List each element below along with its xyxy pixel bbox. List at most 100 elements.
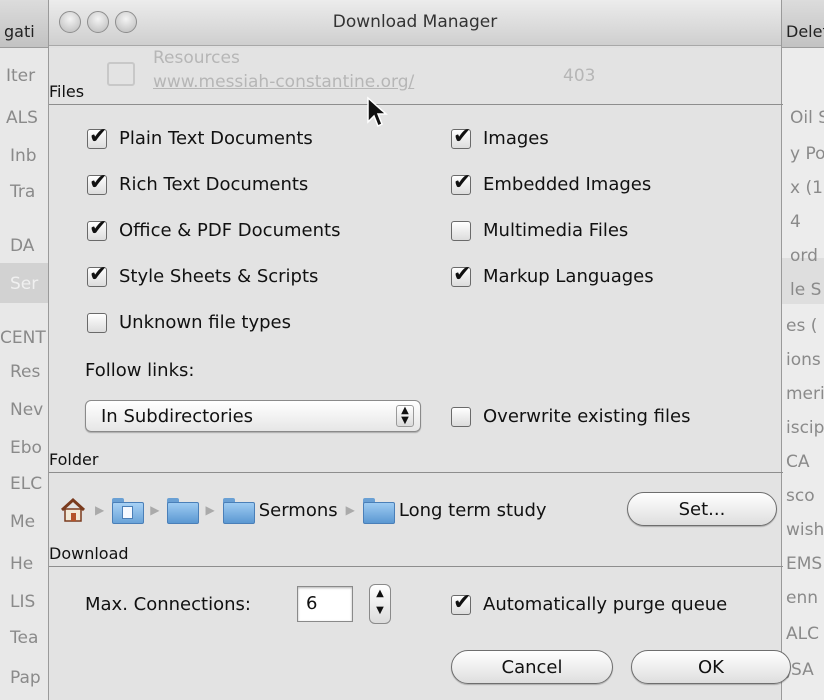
path-segment-long-term-study[interactable]: Long term study [399, 500, 547, 521]
checkbox-box[interactable] [87, 312, 107, 333]
max-connections-label: Max. Connections: [85, 594, 251, 615]
background-item: Me [10, 512, 36, 532]
checkbox-box[interactable] [451, 170, 471, 195]
checkbox-label: Automatically purge queue [483, 594, 728, 615]
background-item: DA [10, 236, 35, 256]
max-connections-field[interactable]: 6 [297, 586, 353, 622]
background-item-right: iscip [786, 418, 824, 438]
background-item-right: meri [786, 384, 824, 404]
background-item-right: y Po [790, 144, 824, 164]
office-pdf-documents-checkbox[interactable]: Office & PDF Documents [87, 216, 341, 241]
path-separator-icon: ▶ [345, 503, 355, 517]
files-divider [49, 104, 783, 105]
checkbox-label: Rich Text Documents [119, 174, 309, 195]
background-item: Tra [10, 182, 36, 202]
max-connections-stepper[interactable]: ▲ ▼ [369, 584, 391, 624]
path-segment-sermons[interactable]: Sermons [259, 500, 338, 521]
background-title-right: Delet [786, 22, 824, 41]
background-item-right: enn [786, 588, 819, 608]
download-manager-window: Download Manager Resources www.messiah-c… [48, 0, 791, 700]
background-item: Tea [10, 628, 39, 648]
background-item: Ebo [10, 438, 42, 458]
follow-links-value: In Subdirectories [101, 406, 254, 427]
background-item: ELC [10, 474, 43, 494]
background-item: Nev [10, 400, 44, 420]
ghost-resource-name: Resources [153, 48, 240, 68]
background-item-right: wish [786, 520, 824, 540]
background-item: Iter [6, 66, 36, 86]
checkbox-box[interactable] [451, 262, 471, 287]
overwrite-existing-files-checkbox[interactable]: Overwrite existing files [451, 406, 690, 427]
checkbox-box[interactable] [87, 262, 107, 287]
documents-folder-icon[interactable] [112, 498, 145, 524]
home-icon[interactable] [59, 496, 87, 524]
background-item: He [10, 554, 34, 574]
background-item: LIS [10, 592, 36, 612]
folder-path-control[interactable]: ▶ ▶ ▶ Sermons ▶ Long term study [59, 490, 547, 530]
background-item: CENT [0, 328, 46, 348]
multimedia-files-checkbox[interactable]: Multimedia Files [451, 220, 628, 241]
checkbox-label: Markup Languages [483, 266, 654, 287]
folder-section-label: Folder [49, 450, 99, 469]
markup-languages-checkbox[interactable]: Markup Languages [451, 262, 654, 287]
background-item-right: EMS [786, 554, 823, 574]
rich-text-documents-checkbox[interactable]: Rich Text Documents [87, 170, 309, 195]
download-section-label: Download [49, 544, 129, 563]
follow-links-select[interactable]: In Subdirectories ▲ ▼ [85, 400, 421, 432]
checkbox-label: Embedded Images [483, 174, 652, 195]
cancel-button[interactable]: Cancel [451, 650, 613, 684]
background-item-right: CA [786, 452, 810, 472]
background-item-right: ALC [786, 624, 819, 644]
checkbox-box[interactable] [451, 220, 471, 241]
background-item-right: Oil S [790, 108, 824, 128]
checkbox-box[interactable] [451, 406, 471, 427]
images-checkbox[interactable]: Images [451, 124, 549, 149]
checkbox-label: Office & PDF Documents [119, 220, 341, 241]
background-item: Ser [10, 274, 39, 294]
checkbox-box[interactable] [87, 124, 107, 149]
path-separator-icon: ▶ [95, 503, 105, 517]
style-sheets-scripts-checkbox[interactable]: Style Sheets & Scripts [87, 262, 319, 287]
checkbox-label: Unknown file types [119, 312, 292, 333]
background-item-right: sco [786, 486, 815, 506]
automatically-purge-queue-checkbox[interactable]: Automatically purge queue [451, 590, 728, 615]
checkbox-box[interactable] [451, 590, 471, 615]
background-item-right: es ( [786, 316, 818, 336]
embedded-images-checkbox[interactable]: Embedded Images [451, 170, 652, 195]
set-folder-button[interactable]: Set... [627, 492, 777, 526]
background-item-right: le S [790, 280, 822, 300]
folder-icon[interactable] [167, 498, 200, 524]
folder-divider [49, 472, 783, 473]
checkbox-box[interactable] [451, 124, 471, 149]
checkbox-box[interactable] [87, 216, 107, 241]
plain-text-documents-checkbox[interactable]: Plain Text Documents [87, 124, 313, 149]
folder-icon[interactable] [222, 498, 255, 524]
window-titlebar[interactable]: Download Manager [49, 0, 781, 46]
select-arrows-icon: ▲ ▼ [396, 405, 414, 427]
ok-button[interactable]: OK [631, 650, 791, 684]
follow-links-label: Follow links: [85, 360, 195, 381]
background-item-right: 4 [790, 212, 801, 232]
mouse-cursor-icon [367, 96, 388, 128]
checkbox-label: Plain Text Documents [119, 128, 313, 149]
checkbox-label: Images [483, 128, 549, 149]
background-item-right: ions [786, 350, 821, 370]
folder-icon [107, 62, 135, 86]
ghost-resource-count: 403 [563, 66, 596, 86]
checkbox-box[interactable] [87, 170, 107, 195]
checkbox-label: Style Sheets & Scripts [119, 266, 319, 287]
background-item: Inb [10, 146, 37, 166]
download-divider [49, 566, 783, 567]
background-item-right: x (1 [790, 178, 823, 198]
checkbox-label: Multimedia Files [483, 220, 629, 241]
background-item-right: ord [790, 246, 818, 266]
path-separator-icon: ▶ [150, 503, 160, 517]
window-title: Download Manager [332, 12, 498, 32]
checkbox-label: Overwrite existing files [483, 406, 691, 427]
path-separator-icon: ▶ [205, 503, 215, 517]
background-item: Res [10, 362, 41, 382]
unknown-file-types-checkbox[interactable]: Unknown file types [87, 312, 291, 333]
folder-icon[interactable] [362, 498, 395, 524]
background-item: ALS [6, 108, 38, 128]
files-section-label: Files [49, 82, 85, 101]
